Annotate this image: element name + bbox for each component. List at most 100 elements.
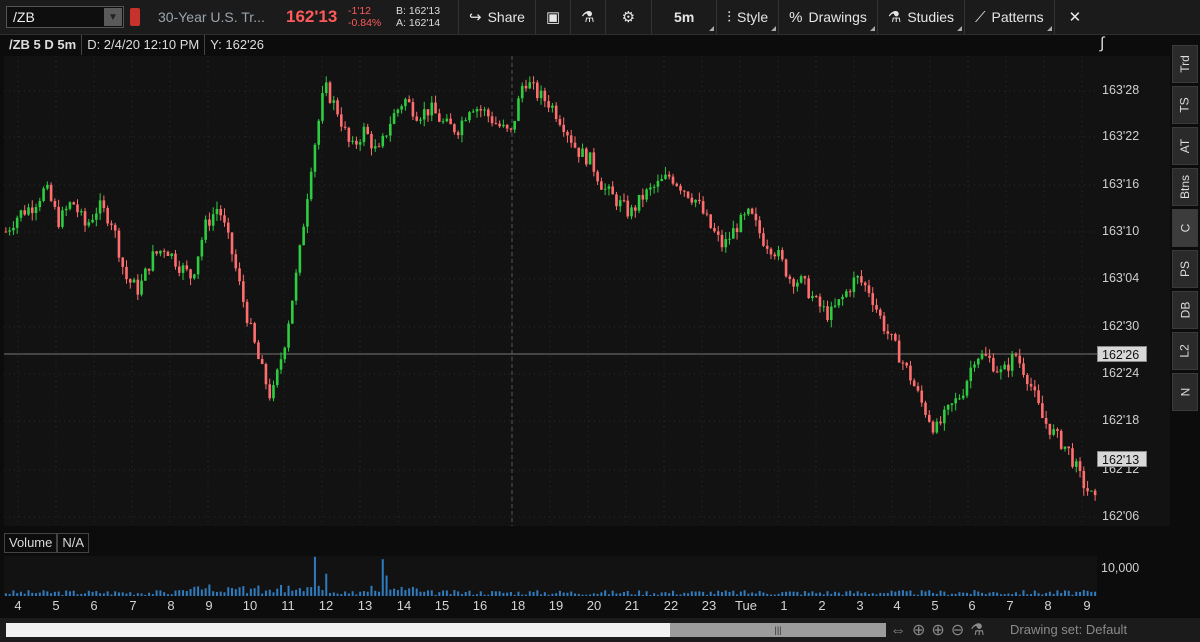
- style-button[interactable]: ⫶ Style: [716, 0, 778, 34]
- candle-body: [1037, 390, 1040, 404]
- candle-body: [155, 251, 158, 254]
- side-tab-n[interactable]: N: [1172, 373, 1198, 411]
- candle-body: [973, 364, 976, 368]
- gear-icon: ⚙: [621, 9, 636, 26]
- time-tick: 9: [205, 598, 213, 613]
- candle-body: [1007, 364, 1010, 371]
- candle-body: [30, 207, 34, 214]
- candle-body: [8, 230, 11, 232]
- candle-body: [762, 233, 765, 246]
- candle-body: [441, 121, 445, 123]
- volume-bar: [257, 585, 260, 596]
- price-tick: 163'28: [1102, 83, 1140, 97]
- studies-button[interactable]: ⚗ Studies: [876, 0, 964, 34]
- candle-body: [1090, 490, 1093, 492]
- candle-body: [434, 102, 437, 114]
- candle-body: [634, 207, 637, 211]
- share-button[interactable]: ↪ Share: [458, 0, 535, 34]
- candle-body: [520, 85, 524, 99]
- candle-body: [336, 100, 339, 115]
- candle-body: [230, 232, 234, 255]
- candle-body: [569, 135, 573, 143]
- candle-body: [709, 214, 712, 228]
- symbol-selector[interactable]: /ZB ▼: [6, 6, 124, 28]
- candle-body: [373, 146, 377, 149]
- side-tab-c[interactable]: C: [1172, 209, 1198, 247]
- candle-body: [566, 131, 569, 136]
- candle-body: [630, 207, 633, 217]
- candlestick-chart[interactable]: [4, 56, 1097, 526]
- side-tab-label: Trd: [1178, 55, 1192, 73]
- symbol-description: 30-Year U.S. Tr...: [158, 9, 265, 25]
- candle-body: [1018, 355, 1022, 364]
- patterns-button[interactable]: ⟋ Patterns: [964, 0, 1054, 34]
- flask-button[interactable]: ⚗: [570, 0, 604, 34]
- side-tab-label: C: [1177, 223, 1192, 233]
- price-axis[interactable]: 163'28 163'22 163'16 163'10 163'04 162'30 162'…: [1097, 56, 1170, 526]
- drawing-set-label[interactable]: Drawing set: Default: [1010, 622, 1127, 637]
- chart-date: D: 2/4/20 12:10 PM: [82, 35, 206, 55]
- candle-body: [208, 219, 211, 226]
- timeframe-button[interactable]: 5m: [651, 0, 716, 34]
- drawings-button[interactable]: % Drawings: [778, 0, 877, 34]
- candle-body: [15, 217, 19, 228]
- volume-pane[interactable]: [4, 556, 1097, 596]
- time-axis[interactable]: 4 5 6 7 8 9 10 11 12 13 14 15 16 18 19 20 21 22 23 Tue 1 2 3 4 5…: [4, 596, 1097, 616]
- candle-body: [355, 140, 358, 145]
- chart-symbol-range[interactable]: /ZB 5 D 5m: [4, 35, 83, 55]
- candle-body: [162, 250, 166, 252]
- candle-body: [588, 152, 592, 165]
- price-chart[interactable]: [4, 56, 1097, 526]
- side-tab-btns[interactable]: Btns: [1172, 168, 1198, 206]
- volume-label[interactable]: Volume: [4, 533, 58, 553]
- side-tab-trd[interactable]: Trd: [1172, 45, 1198, 83]
- candle-body: [916, 386, 920, 391]
- time-tick: 18: [510, 598, 526, 613]
- candle-body: [260, 359, 264, 364]
- candle-body: [113, 224, 117, 231]
- candle-body: [460, 120, 464, 136]
- right-side-panel: Trd TS AT Btns C PS DB L2 N: [1172, 45, 1198, 415]
- symbol-text: /ZB: [13, 9, 35, 25]
- time-tick: 6: [90, 598, 98, 613]
- candle-body: [780, 250, 784, 260]
- price-tick: 163'04: [1102, 271, 1140, 285]
- time-tick: 8: [167, 598, 175, 613]
- candle-body: [1041, 403, 1044, 419]
- candle-body: [377, 146, 381, 148]
- time-tick: Tue: [735, 598, 757, 613]
- candle-body: [698, 199, 701, 202]
- side-tab-l2[interactable]: L2: [1172, 332, 1198, 370]
- candle-body: [905, 362, 908, 366]
- candle-body: [924, 402, 927, 415]
- candle-body: [449, 118, 452, 125]
- candle-body: [144, 268, 147, 281]
- price-tick: 163'16: [1102, 177, 1140, 191]
- gear-button[interactable]: ⚙: [604, 0, 651, 34]
- side-tab-at[interactable]: AT: [1172, 127, 1198, 165]
- side-tab-ps[interactable]: PS: [1172, 250, 1198, 288]
- candle-body: [788, 276, 792, 280]
- candle-body: [754, 213, 758, 221]
- volume-bar: [234, 589, 237, 596]
- study-line-icon[interactable]: ∫: [1100, 35, 1126, 55]
- candle-body: [954, 398, 957, 404]
- chart-settings-button[interactable]: ▣: [534, 0, 570, 34]
- candle-body: [193, 274, 196, 279]
- volume-bars: [4, 556, 1097, 596]
- candle-body: [1052, 429, 1055, 435]
- volume-bar: [411, 586, 414, 596]
- candle-body: [317, 120, 321, 145]
- candle-body: [494, 123, 498, 125]
- candle-body: [547, 101, 550, 108]
- close-button[interactable]: ✕: [1053, 0, 1096, 34]
- chevron-down-icon[interactable]: ▼: [104, 8, 122, 26]
- candle-body: [1003, 364, 1006, 370]
- candle-body: [151, 251, 155, 271]
- side-tab-ts[interactable]: TS: [1172, 86, 1198, 124]
- candle-body: [422, 109, 426, 120]
- zoom-controls[interactable]: ⇔⊕⊕⊖⚗: [890, 620, 991, 640]
- scroll-thumb[interactable]: |||: [670, 623, 886, 637]
- link-tag-icon[interactable]: [130, 8, 140, 26]
- side-tab-db[interactable]: DB: [1172, 291, 1198, 329]
